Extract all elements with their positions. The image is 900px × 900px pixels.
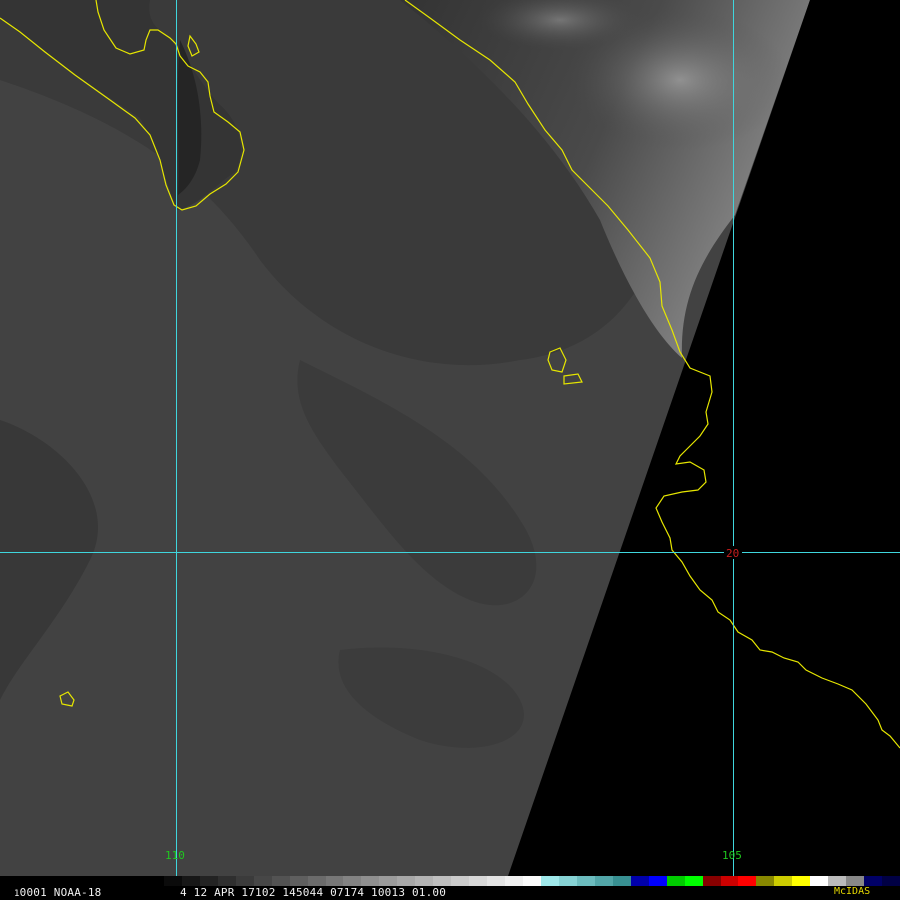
colorbar-swatch	[199, 876, 218, 886]
colorbar-swatch	[433, 876, 452, 886]
colorbar-swatch	[163, 876, 182, 886]
colorbar-swatch	[469, 876, 488, 886]
frame-id: 0001	[19, 886, 47, 899]
enhancement-colorbar	[146, 876, 900, 886]
satellite-ir-map: 20 110 105	[0, 0, 900, 876]
frame-id-label: 10001 NOAA-18	[14, 887, 102, 899]
colorbar-swatch	[756, 876, 775, 886]
colorbar-swatch	[810, 876, 829, 886]
colorbar-swatch	[235, 876, 254, 886]
parallel-20-label: 20	[726, 547, 739, 560]
colorbar-swatch	[720, 876, 739, 886]
colorbar-swatch	[325, 876, 344, 886]
colorbar-swatch	[540, 876, 559, 886]
colorbar-swatch	[594, 876, 613, 886]
colorbar-swatch	[271, 876, 290, 886]
meridian-105-label: 105	[722, 849, 742, 862]
colorbar-swatch	[523, 876, 541, 886]
colorbar-swatch	[181, 876, 200, 886]
colorbar-swatch	[361, 876, 380, 886]
colorbar-swatch	[217, 876, 236, 886]
mcidas-label: McIDAS	[834, 886, 871, 897]
colorbar-swatch	[576, 876, 595, 886]
colorbar-swatch	[146, 876, 164, 886]
colorbar-swatch	[612, 876, 631, 886]
colorbar-swatch	[666, 876, 685, 886]
colorbar-swatch	[864, 876, 883, 886]
colorbar-swatch	[702, 876, 721, 886]
colorbar-swatch	[289, 876, 308, 886]
colorbar-swatch	[774, 876, 793, 886]
satellite-name: NOAA-18	[53, 886, 102, 899]
colorbar-swatch	[415, 876, 434, 886]
colorbar-swatch	[397, 876, 416, 886]
image-status-bar: 10001 NOAA-18 4 12 APR 17102 145044 0717…	[0, 876, 900, 900]
colorbar-swatch	[828, 876, 847, 886]
colorbar-swatch	[630, 876, 649, 886]
colorbar-swatch	[882, 876, 900, 886]
colorbar-swatch	[846, 876, 865, 886]
colorbar-swatch	[451, 876, 470, 886]
colorbar-swatch	[738, 876, 757, 886]
image-info-line: 4 12 APR 17102 145044 07174 10013 01.00	[180, 886, 447, 899]
colorbar-swatch	[684, 876, 703, 886]
meridian-110-label: 110	[165, 849, 185, 862]
colorbar-swatch	[253, 876, 272, 886]
colorbar-swatch	[505, 876, 524, 886]
colorbar-swatch	[558, 876, 577, 886]
colorbar-swatch	[792, 876, 811, 886]
colorbar-swatch	[648, 876, 667, 886]
colorbar-swatch	[343, 876, 362, 886]
colorbar-swatch	[307, 876, 326, 886]
colorbar-swatch	[487, 876, 506, 886]
colorbar-swatch	[379, 876, 398, 886]
